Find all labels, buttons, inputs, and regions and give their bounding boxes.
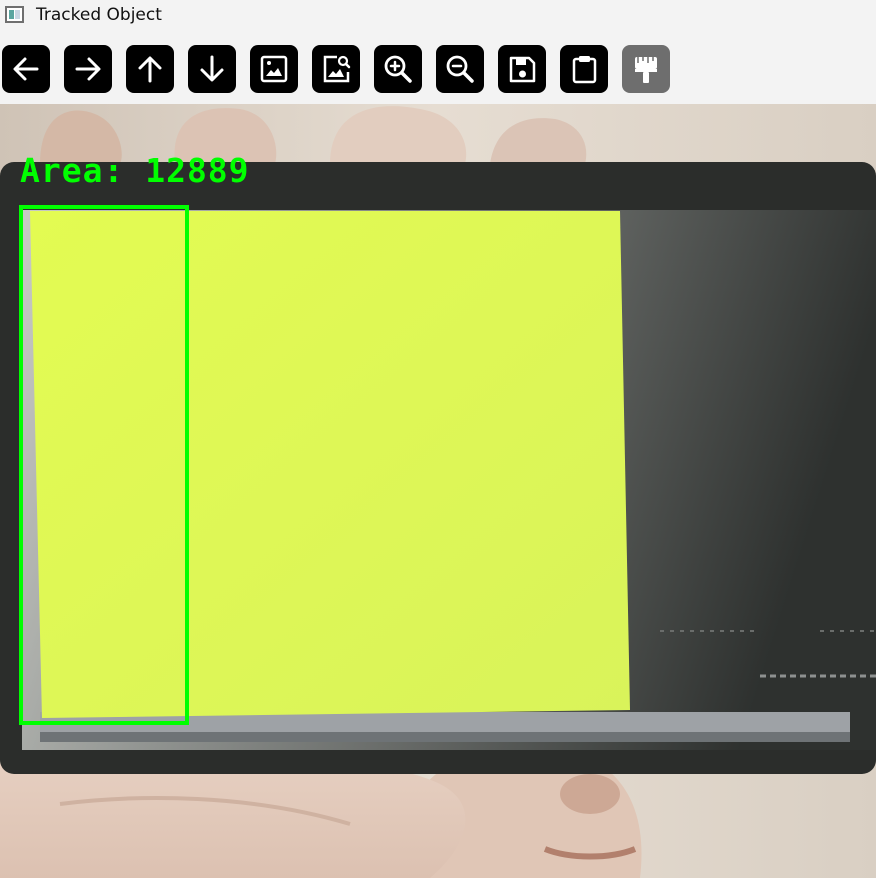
window-title: Tracked Object <box>36 5 162 25</box>
area-label: Area: 12889 <box>20 151 250 190</box>
properties-button[interactable] <box>622 45 670 93</box>
pan-right-button[interactable] <box>64 45 112 93</box>
arrow-right-icon <box>75 57 101 81</box>
zoom-actual-button[interactable] <box>312 45 360 93</box>
zoom-fit-button[interactable] <box>250 45 298 93</box>
zoom-in-icon <box>384 55 412 83</box>
title-bar: Tracked Object <box>0 0 876 31</box>
image-search-icon <box>323 55 351 83</box>
arrow-down-icon <box>200 55 224 82</box>
image-icon <box>260 55 288 83</box>
pan-up-button[interactable] <box>126 45 174 93</box>
paint-brush-icon <box>635 57 657 83</box>
pan-down-button[interactable] <box>188 45 236 93</box>
tracking-bounding-box <box>19 205 189 725</box>
zoom-out-button[interactable] <box>436 45 484 93</box>
zoom-out-icon <box>446 55 474 83</box>
video-frame: Area: 12889 <box>0 104 876 878</box>
floppy-disk-icon <box>509 56 536 83</box>
zoom-in-button[interactable] <box>374 45 422 93</box>
clipboard-icon <box>572 56 597 84</box>
toolbar <box>0 31 876 104</box>
arrow-up-icon <box>138 56 162 83</box>
pan-left-button[interactable] <box>2 45 50 93</box>
arrow-left-icon <box>13 57 39 81</box>
window-app-icon <box>5 6 24 23</box>
copy-clipboard-button[interactable] <box>560 45 608 93</box>
save-button[interactable] <box>498 45 546 93</box>
